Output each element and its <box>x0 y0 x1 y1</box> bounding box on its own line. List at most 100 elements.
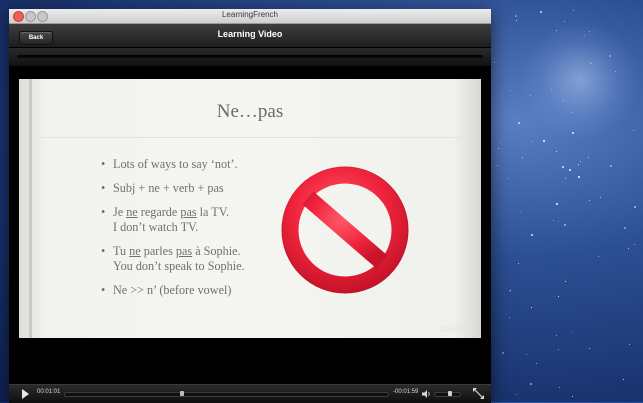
remaining-time: -00:01:59 <box>393 389 419 395</box>
bullet-text: ne <box>129 244 141 258</box>
star <box>570 332 572 334</box>
star <box>629 344 631 346</box>
star <box>556 202 559 205</box>
title-bar: LearningFrench <box>9 9 491 24</box>
star <box>563 224 566 227</box>
star <box>558 348 560 350</box>
slide-bullet: Ne >> n’ (before vowel) <box>101 283 291 298</box>
slide-bullet: Tu ne parles pas à Sophie.You don’t spea… <box>101 244 291 274</box>
bullet-text: Je <box>113 205 127 219</box>
bullet-text: pas <box>175 244 193 258</box>
star <box>499 142 501 144</box>
star <box>516 20 518 22</box>
star <box>508 177 510 179</box>
star <box>510 89 512 91</box>
star <box>599 196 601 198</box>
star <box>634 243 636 245</box>
star <box>515 14 518 17</box>
page-title: Learning Video <box>217 29 283 39</box>
star <box>556 30 558 32</box>
star <box>555 335 557 337</box>
star <box>564 281 566 283</box>
bullet-translation: You don’t speak to Sophie. <box>113 259 245 273</box>
star <box>552 220 554 222</box>
video-player[interactable]: Ne…pas Lots of ways to say ‘not’. Subj + … <box>9 66 491 384</box>
star <box>587 156 589 158</box>
star <box>614 71 616 73</box>
star <box>558 221 560 223</box>
star <box>517 121 520 124</box>
star <box>569 168 572 171</box>
app-window: LearningFrench Back Learning Video Ne…pa… <box>9 9 491 403</box>
star <box>561 165 564 168</box>
star <box>588 30 590 32</box>
star <box>564 20 566 22</box>
star <box>522 157 524 159</box>
bullet-text: Ne >> n’ (before vowel) <box>113 283 232 297</box>
star <box>501 352 504 355</box>
progress-knob[interactable] <box>179 391 184 396</box>
star <box>628 247 630 249</box>
slide-divider <box>39 137 461 138</box>
bullet-text: à Sophie. <box>192 244 241 258</box>
star <box>572 132 575 135</box>
star <box>610 164 613 167</box>
star <box>530 306 532 308</box>
star <box>573 9 575 11</box>
no-sign-icon <box>281 166 409 294</box>
slide-bullet: Je ne regarde pas la TV.I don’t watch TV… <box>101 205 291 235</box>
star <box>589 347 591 349</box>
star <box>589 199 591 201</box>
star <box>493 61 495 63</box>
slide-title: Ne…pas <box>216 101 284 122</box>
star <box>497 147 499 149</box>
star <box>571 395 573 397</box>
star <box>550 89 552 91</box>
volume-knob[interactable] <box>447 391 452 396</box>
star <box>577 176 580 179</box>
star <box>565 177 567 179</box>
playback-controls: 00:01:01 -00:01:59 <box>9 384 491 403</box>
star <box>570 111 572 113</box>
fullscreen-icon[interactable] <box>473 388 484 399</box>
star <box>597 255 599 257</box>
bullet-text: ne <box>126 205 138 219</box>
desktop-stars <box>490 0 643 402</box>
star <box>510 289 512 291</box>
star <box>590 63 592 65</box>
bullet-text: parles <box>140 244 176 258</box>
toolbar-strip <box>9 48 491 66</box>
slide-bullet: Subj + ne + verb + pas <box>101 181 291 196</box>
star <box>515 394 517 396</box>
navigation-bar: Back Learning Video <box>9 24 491 48</box>
slide-bullet: Lots of ways to say ‘not’. <box>101 157 291 172</box>
star <box>562 100 564 102</box>
star <box>583 34 585 36</box>
star <box>558 386 560 388</box>
bullet-text: la TV. <box>196 205 229 219</box>
progress-scrubber[interactable] <box>64 391 389 397</box>
star <box>608 54 611 57</box>
play-icon[interactable] <box>22 389 29 399</box>
bullet-text: Tu <box>113 244 130 258</box>
star <box>557 295 559 297</box>
star <box>555 150 557 152</box>
star <box>509 291 511 293</box>
elapsed-time: 00:01:01 <box>37 389 61 395</box>
star <box>535 363 537 365</box>
star <box>531 141 533 143</box>
star <box>517 263 519 265</box>
bullet-text: pas <box>180 205 197 219</box>
window-title: LearningFrench <box>221 10 279 19</box>
star <box>531 234 534 237</box>
star <box>520 211 522 213</box>
star <box>633 129 635 131</box>
star <box>578 164 580 166</box>
volume-icon[interactable] <box>422 390 432 398</box>
volume-slider[interactable] <box>434 391 461 397</box>
video-frame-slide: Ne…pas Lots of ways to say ‘not’. Subj + … <box>19 79 481 338</box>
toolbar-groove <box>17 55 483 58</box>
star <box>633 205 636 208</box>
bullet-text: regarde <box>137 205 181 219</box>
udemy-watermark: udemy <box>438 323 472 335</box>
